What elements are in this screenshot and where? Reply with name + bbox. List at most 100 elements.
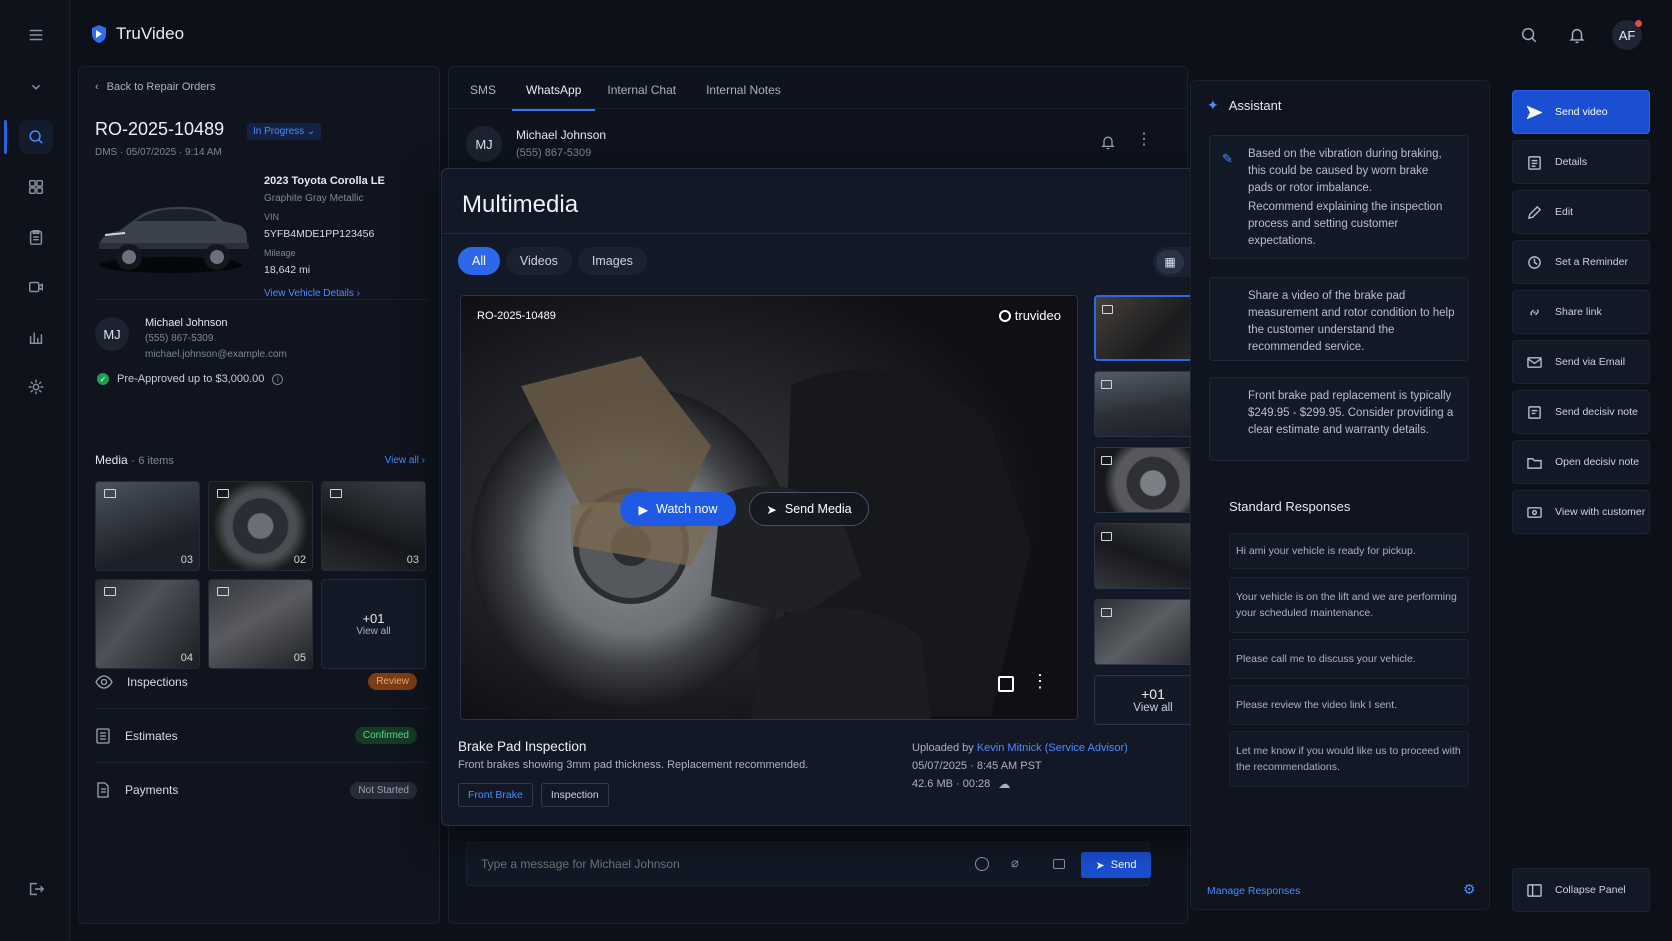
vin-label: VIN (264, 212, 280, 222)
send-via-email-button[interactable]: Send via Email (1512, 340, 1650, 384)
fullscreen-icon[interactable] (998, 676, 1014, 692)
uploader-link[interactable]: Kevin Mitnick (Service Advisor) (977, 742, 1128, 754)
collapse-icon (1527, 884, 1542, 897)
nav-rail (0, 0, 70, 941)
filter-images[interactable]: Images (577, 247, 647, 275)
clock-icon (1528, 256, 1541, 269)
gear-icon[interactable] (19, 370, 53, 404)
info-icon[interactable]: i (272, 373, 284, 385)
customer-phone[interactable]: (555) 867-5309 (145, 331, 287, 347)
status-badge: Review (368, 673, 417, 690)
user-avatar[interactable]: AF (1612, 20, 1642, 50)
chevron-down-icon[interactable] (19, 70, 53, 104)
send-video-button[interactable]: Send video (1512, 90, 1650, 134)
media-view-all-link[interactable]: View all › (385, 455, 425, 466)
video-icon[interactable] (19, 270, 53, 304)
emoji-icon[interactable] (975, 857, 989, 871)
assistant-suggestion-card[interactable]: ✎ Based on the vibration during braking,… (1209, 135, 1469, 259)
media-thumb[interactable]: 03 (95, 481, 200, 571)
clipboard-icon[interactable] (19, 220, 53, 254)
standard-response-item[interactable]: Please call me to discuss your vehicle. (1229, 639, 1469, 679)
file-size-duration: 42.6 MB · 00:28 (912, 778, 991, 790)
standard-response-item[interactable]: Your vehicle is on the lift and we are p… (1229, 577, 1469, 633)
message-input[interactable] (481, 853, 921, 875)
standard-response-item[interactable]: Let me know if you would like us to proc… (1229, 731, 1469, 787)
dashboard-icon[interactable] (19, 170, 53, 204)
image-icon (1101, 380, 1112, 389)
status-dropdown[interactable]: In Progress ⌄ (247, 123, 322, 140)
tag-chip[interactable]: Inspection (540, 783, 609, 807)
tag-chip[interactable]: Front Brake (458, 783, 533, 807)
more-options-icon[interactable]: ⋮ (1031, 672, 1049, 690)
mail-icon (1527, 357, 1542, 368)
screen-icon (1527, 507, 1542, 518)
pencil-icon: ✎ (1222, 151, 1233, 166)
chart-icon[interactable] (19, 320, 53, 354)
receipt-icon (97, 782, 109, 798)
details-button[interactable]: Details (1512, 140, 1650, 184)
view-with-customer-button[interactable]: View with customer (1512, 490, 1650, 534)
chat-avatar: MJ (466, 126, 502, 162)
collapse-panel-button[interactable]: Collapse Panel (1512, 868, 1650, 912)
menu-icon[interactable] (19, 18, 53, 52)
assistant-suggestion-card[interactable]: Front brake pad replacement is typically… (1209, 377, 1469, 461)
inspections-row[interactable]: Inspections Review (95, 655, 429, 709)
multimedia-modal: Multimedia ✕ All Videos Images ▦ ▤ (441, 168, 1232, 826)
preapproval-status: ✓ Pre-Approved up to $3,000.00 i (97, 373, 284, 385)
image-icon (104, 489, 116, 498)
check-circle-icon: ✓ (97, 373, 109, 385)
payments-row[interactable]: Payments Not Started (95, 763, 429, 817)
tab-internal-notes[interactable]: Internal Notes (706, 80, 799, 111)
bell-icon[interactable] (1564, 22, 1590, 48)
search-icon[interactable] (1516, 22, 1542, 48)
media-description: Front brakes showing 3mm pad thickness. … (458, 759, 809, 771)
open-decisiv-note-button[interactable]: Open decisiv note (1512, 440, 1650, 484)
conversation-tabs: SMS WhatsApp Internal Chat Internal Note… (470, 80, 811, 111)
standard-response-item[interactable]: Please review the video link I sent. (1229, 685, 1469, 725)
filter-all[interactable]: All (458, 247, 500, 275)
truvideo-watermark: truvideo (998, 308, 1061, 323)
media-title: Brake Pad Inspection (458, 739, 587, 754)
standard-responses-heading: Standard Responses (1229, 499, 1351, 514)
repair-order-panel: ‹ Back to Repair Orders RO-2025-10489 In … (78, 66, 440, 924)
logout-icon[interactable] (19, 872, 53, 906)
grid-view-icon[interactable]: ▦ (1156, 250, 1184, 274)
share-link-button[interactable]: Share link (1512, 290, 1650, 334)
tab-sms[interactable]: SMS (470, 80, 514, 111)
app-logo[interactable]: TruVideo (90, 24, 184, 44)
media-thumb[interactable]: 03 (321, 481, 426, 571)
back-link[interactable]: ‹ Back to Repair Orders (95, 81, 216, 93)
media-heading: Media · 6 items (95, 453, 174, 467)
bell-icon[interactable] (1100, 134, 1116, 155)
attachment-icon[interactable]: ⌀ (1011, 855, 1019, 871)
divider (442, 233, 1231, 234)
vehicle-color: Graphite Gray Metallic (264, 193, 364, 204)
watch-now-button[interactable]: ▶ Watch now (620, 492, 736, 526)
filter-videos[interactable]: Videos (505, 247, 572, 275)
edit-button[interactable]: Edit (1512, 190, 1650, 234)
customer-avatar: MJ (95, 317, 129, 351)
gear-icon[interactable]: ⚙ (1463, 881, 1476, 898)
dms-timestamp: DMS · 05/07/2025 · 9:14 AM (95, 147, 222, 158)
customer-email[interactable]: michael.johnson@example.com (145, 347, 287, 363)
estimates-row[interactable]: Estimates Confirmed (95, 709, 429, 763)
more-options-icon[interactable]: ⋮ (1136, 132, 1152, 148)
tab-internal-chat[interactable]: Internal Chat (607, 80, 694, 111)
tab-whatsapp[interactable]: WhatsApp (512, 80, 596, 111)
search-icon[interactable] (19, 120, 53, 154)
assistant-suggestion-card[interactable]: Share a video of the brake pad measureme… (1209, 277, 1469, 361)
send-media-button[interactable]: ➤ Send Media (749, 492, 869, 526)
image-icon (1101, 532, 1112, 541)
send-button[interactable]: ➤ Send (1081, 852, 1151, 878)
manage-responses-link[interactable]: Manage Responses (1207, 885, 1300, 897)
image-icon[interactable] (1053, 859, 1065, 869)
set-reminder-button[interactable]: Set a Reminder (1512, 240, 1650, 284)
image-icon (1102, 305, 1113, 314)
notification-dot (1635, 20, 1642, 27)
media-thumb[interactable]: 02 (208, 481, 313, 571)
video-player[interactable]: RO-2025-10489 truvideo ▶ Watch now ➤ Send … (460, 295, 1078, 720)
image-icon (1101, 456, 1112, 465)
standard-response-item[interactable]: Hi ami your vehicle is ready for pickup. (1229, 533, 1469, 569)
topbar-actions: AF (1516, 20, 1642, 50)
send-decisiv-note-button[interactable]: Send decisiv note (1512, 390, 1650, 434)
